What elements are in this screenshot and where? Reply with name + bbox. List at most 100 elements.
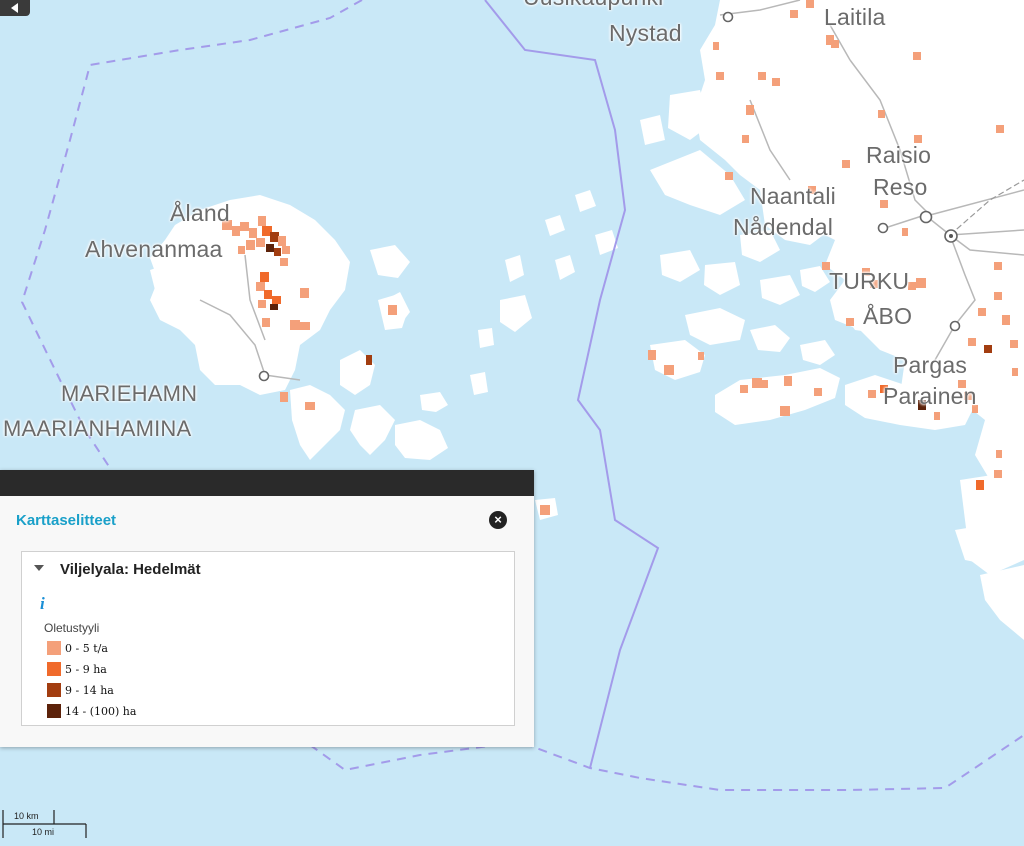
data-cell: [994, 262, 1002, 270]
data-cell: [790, 10, 798, 18]
data-cell: [388, 305, 397, 315]
data-cell: [725, 172, 733, 180]
data-cell: [290, 320, 300, 330]
data-cell: [878, 110, 885, 118]
town-marker-turku-center: [949, 234, 953, 238]
label-mariehamn: MARIEHAMN: [61, 381, 198, 406]
data-cell: [996, 450, 1002, 458]
data-cell: [258, 216, 266, 226]
data-cell: [784, 376, 792, 386]
legend-swatch: [47, 641, 61, 655]
data-cell: [272, 296, 281, 304]
data-cell: [278, 236, 286, 246]
town-marker-naantali: [877, 222, 889, 234]
data-cell: [246, 240, 255, 250]
data-cell: [664, 365, 674, 375]
data-cell: [806, 0, 814, 8]
legend-item-label: 14 - (100) ha: [65, 705, 137, 718]
label-pargas: Pargas: [893, 352, 968, 378]
data-cell: [648, 350, 656, 360]
legend-item: 5 - 9 ha: [45, 659, 155, 680]
legend-title: Karttaselitteet: [16, 512, 117, 529]
town-marker-uusikaupunki: [722, 11, 734, 23]
data-cell: [814, 388, 822, 396]
data-cell: [270, 232, 279, 242]
legend-panel-header[interactable]: [0, 470, 534, 496]
back-arrow-button[interactable]: [0, 0, 30, 16]
label-parainen: Parainen: [883, 383, 977, 409]
data-cell: [264, 290, 272, 299]
town-marker-pargas: [949, 320, 961, 332]
data-cell: [540, 505, 550, 515]
label-uusikaupunki: Uusikaupunki: [523, 0, 663, 9]
label-nadendal: Nådendal: [733, 214, 834, 240]
label-raisio: Raisio: [866, 142, 932, 168]
data-cell: [300, 322, 310, 330]
data-cell: [760, 380, 768, 388]
data-cell: [880, 200, 888, 208]
data-cell: [258, 300, 266, 308]
scale-bar: 10 km 10 mi: [2, 808, 92, 840]
close-icon[interactable]: ×: [489, 511, 507, 529]
data-cell: [256, 238, 265, 247]
legend-item-label: 9 - 14 ha: [65, 684, 114, 697]
data-cell: [780, 406, 790, 416]
data-cell: [740, 385, 748, 393]
label-abo: ÅBO: [863, 303, 913, 329]
scale-km-label: 10 km: [14, 811, 39, 821]
data-cell: [249, 228, 257, 238]
data-cell: [366, 355, 372, 365]
data-cell: [994, 292, 1002, 300]
data-cell: [300, 288, 309, 298]
chevron-down-icon[interactable]: [34, 565, 44, 571]
label-nystad: Nystad: [609, 20, 682, 46]
data-cell: [270, 304, 278, 310]
scale-mi-label: 10 mi: [32, 827, 55, 837]
data-cell: [913, 52, 921, 60]
data-cell: [274, 248, 281, 256]
legend-layer-name[interactable]: Viljelyala: Hedelmät: [60, 561, 201, 578]
legend-items: 0 - 5 t/a 5 - 9 ha 9 - 14 ha 14 - (100) …: [45, 638, 155, 722]
data-cell: [240, 222, 249, 231]
legend-swatch: [47, 683, 61, 697]
legend-item-label: 5 - 9 ha: [65, 663, 107, 676]
label-naantali: Naantali: [750, 183, 836, 209]
town-marker-mariehamn: [258, 370, 270, 382]
data-cell: [238, 246, 245, 254]
data-cell: [831, 40, 839, 48]
town-marker-raisio: [919, 210, 933, 224]
data-cell: [968, 338, 976, 346]
label-maarianhamina: MAARIANHAMINA: [3, 416, 192, 441]
data-cell: [742, 135, 749, 143]
data-cell: [746, 105, 754, 115]
data-cell: [758, 72, 766, 80]
label-aland: Åland: [170, 200, 230, 226]
data-cell: [232, 226, 240, 236]
data-cell: [282, 246, 290, 254]
label-laitila: Laitila: [824, 4, 886, 30]
legend-item-label: 0 - 5 t/a: [65, 642, 108, 655]
legend-item: 0 - 5 t/a: [45, 638, 155, 659]
data-cell: [978, 308, 986, 316]
data-cell: [266, 244, 274, 252]
data-cell: [713, 42, 719, 50]
legend-item: 9 - 14 ha: [45, 680, 155, 701]
info-icon[interactable]: i: [40, 594, 45, 614]
legend-swatch: [47, 704, 61, 718]
data-cell: [842, 160, 850, 168]
data-cell: [256, 282, 265, 291]
legend-panel: Karttaselitteet × Viljelyala: Hedelmät i…: [0, 470, 534, 747]
data-cell: [984, 345, 992, 353]
data-cell: [916, 278, 926, 288]
data-cell: [305, 402, 315, 410]
data-cell: [698, 352, 704, 360]
data-cell: [994, 470, 1002, 478]
data-cell: [846, 318, 854, 326]
data-cell: [262, 318, 270, 327]
data-cell: [1012, 368, 1018, 376]
data-cell: [772, 78, 780, 86]
data-cell: [280, 392, 288, 402]
data-cell: [902, 228, 908, 236]
data-cell: [280, 258, 288, 266]
data-cell: [934, 412, 940, 420]
